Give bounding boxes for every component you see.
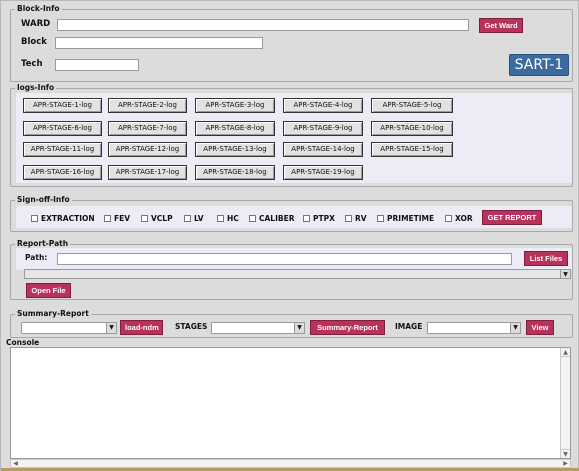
- image-select-arrow-icon[interactable]: ▼: [510, 323, 520, 333]
- log-button-stage-14[interactable]: APR-STAGE-14-log: [283, 142, 363, 157]
- log-button-stage-1[interactable]: APR-STAGE-1-log: [23, 98, 102, 113]
- log-button-stage-10[interactable]: APR-STAGE-10-log: [371, 121, 453, 136]
- checkbox-label: CALIBER: [259, 213, 295, 223]
- open-file-button[interactable]: Open File: [26, 283, 71, 298]
- checkbox-box-icon[interactable]: [345, 214, 352, 222]
- get-ward-button[interactable]: Get Ward: [479, 18, 523, 33]
- tech-label: Tech: [21, 59, 43, 69]
- list-files-button[interactable]: List Files: [524, 251, 568, 266]
- checkbox-primetime[interactable]: PRIMETIME: [377, 213, 434, 223]
- scroll-right-icon[interactable]: ▶: [561, 460, 570, 467]
- sart-badge: SART-1: [509, 54, 569, 76]
- block-info-title: Block-Info: [15, 4, 62, 14]
- checkbox-label: LV: [194, 213, 204, 223]
- checkbox-fev[interactable]: FEV: [104, 213, 130, 223]
- log-button-stage-4[interactable]: APR-STAGE-4-log: [283, 98, 363, 113]
- ndm-select-arrow-icon[interactable]: ▼: [106, 323, 116, 333]
- path-input[interactable]: [57, 253, 512, 265]
- checkbox-label: PTPX: [313, 213, 335, 223]
- checkbox-box-icon[interactable]: [217, 214, 224, 222]
- checkbox-rv[interactable]: RV: [345, 213, 367, 223]
- log-button-stage-5[interactable]: APR-STAGE-5-log: [371, 98, 453, 113]
- checkbox-box-icon[interactable]: [377, 214, 384, 222]
- checkbox-box-icon[interactable]: [184, 214, 191, 222]
- checkbox-label: VCLP: [151, 213, 173, 223]
- log-button-stage-17[interactable]: APR-STAGE-17-log: [108, 165, 187, 180]
- path-label: Path:: [25, 253, 48, 262]
- checkbox-label: FEV: [114, 213, 131, 223]
- ndm-select[interactable]: ▼: [21, 322, 117, 334]
- summary-report-button[interactable]: Summary-Report: [310, 320, 385, 335]
- signoff-info-title: Sign-off-Info: [15, 195, 72, 205]
- file-select-arrow-icon[interactable]: ▼: [560, 270, 570, 278]
- log-button-stage-8[interactable]: APR-STAGE-8-log: [195, 121, 275, 136]
- checkbox-hc[interactable]: HC: [217, 213, 239, 223]
- stages-label: STAGES: [175, 322, 208, 331]
- checkbox-label: RV: [355, 213, 367, 223]
- scroll-up-icon[interactable]: ▲: [561, 348, 570, 357]
- ward-label: WARD: [21, 19, 51, 29]
- log-button-stage-13[interactable]: APR-STAGE-13-log: [195, 142, 275, 157]
- log-button-stage-18[interactable]: APR-STAGE-18-log: [195, 165, 275, 180]
- log-button-stage-3[interactable]: APR-STAGE-3-log: [195, 98, 275, 113]
- scroll-down-icon[interactable]: ▼: [561, 449, 570, 458]
- log-button-stage-12[interactable]: APR-STAGE-12-log: [108, 142, 187, 157]
- stages-select[interactable]: ▼: [211, 322, 305, 334]
- checkbox-box-icon[interactable]: [249, 214, 256, 222]
- log-button-stage-2[interactable]: APR-STAGE-2-log: [108, 98, 187, 113]
- load-ndm-button[interactable]: load-ndm: [120, 320, 163, 335]
- image-select[interactable]: ▼: [427, 322, 521, 334]
- checkbox-box-icon[interactable]: [104, 214, 111, 222]
- block-label: Block: [21, 37, 47, 47]
- tech-input[interactable]: [55, 59, 139, 71]
- checkbox-caliber[interactable]: CALIBER: [249, 213, 295, 223]
- log-button-stage-11[interactable]: APR-STAGE-11-log: [23, 142, 102, 157]
- summary-report-title: Summary-Report: [15, 309, 91, 319]
- image-label: IMAGE: [395, 322, 423, 331]
- checkbox-box-icon[interactable]: [303, 214, 310, 222]
- scroll-left-icon[interactable]: ◀: [11, 460, 20, 467]
- stages-select-arrow-icon[interactable]: ▼: [294, 323, 304, 333]
- checkbox-label: HC: [227, 213, 239, 223]
- log-button-stage-16[interactable]: APR-STAGE-16-log: [23, 165, 102, 180]
- console-horizontal-scrollbar[interactable]: ◀ ▶: [10, 459, 571, 468]
- checkbox-ptpx[interactable]: PTPX: [303, 213, 335, 223]
- view-button[interactable]: View: [526, 320, 554, 335]
- checkbox-box-icon[interactable]: [31, 214, 38, 222]
- checkbox-box-icon[interactable]: [141, 214, 148, 222]
- log-button-stage-7[interactable]: APR-STAGE-7-log: [108, 121, 187, 136]
- app-window: Block-Info WARD Get Ward Block Tech SART…: [0, 0, 579, 471]
- checkbox-label: XOR: [455, 213, 473, 223]
- log-button-stage-9[interactable]: APR-STAGE-9-log: [283, 121, 363, 136]
- get-report-button[interactable]: GET REPORT: [482, 210, 542, 225]
- block-input[interactable]: [55, 37, 263, 49]
- log-button-stage-6[interactable]: APR-STAGE-6-log: [23, 121, 102, 136]
- checkbox-label: EXTRACTION: [41, 213, 95, 223]
- ward-input[interactable]: [57, 19, 469, 31]
- file-select[interactable]: ▼: [24, 269, 571, 279]
- log-button-stage-15[interactable]: APR-STAGE-15-log: [371, 142, 453, 157]
- console-vertical-scrollbar[interactable]: ▲ ▼: [560, 348, 570, 458]
- checkbox-box-icon[interactable]: [445, 214, 452, 222]
- checkbox-label: PRIMETIME: [387, 213, 435, 223]
- checkbox-xor[interactable]: XOR: [445, 213, 473, 223]
- checkbox-vclp[interactable]: VCLP: [141, 213, 173, 223]
- checkbox-lv[interactable]: LV: [184, 213, 204, 223]
- checkbox-extraction[interactable]: EXTRACTION: [31, 213, 95, 223]
- console-textarea[interactable]: ▲ ▼: [10, 347, 571, 459]
- log-button-stage-19[interactable]: APR-STAGE-19-log: [283, 165, 363, 180]
- logs-info-title: logs-Info: [15, 83, 57, 93]
